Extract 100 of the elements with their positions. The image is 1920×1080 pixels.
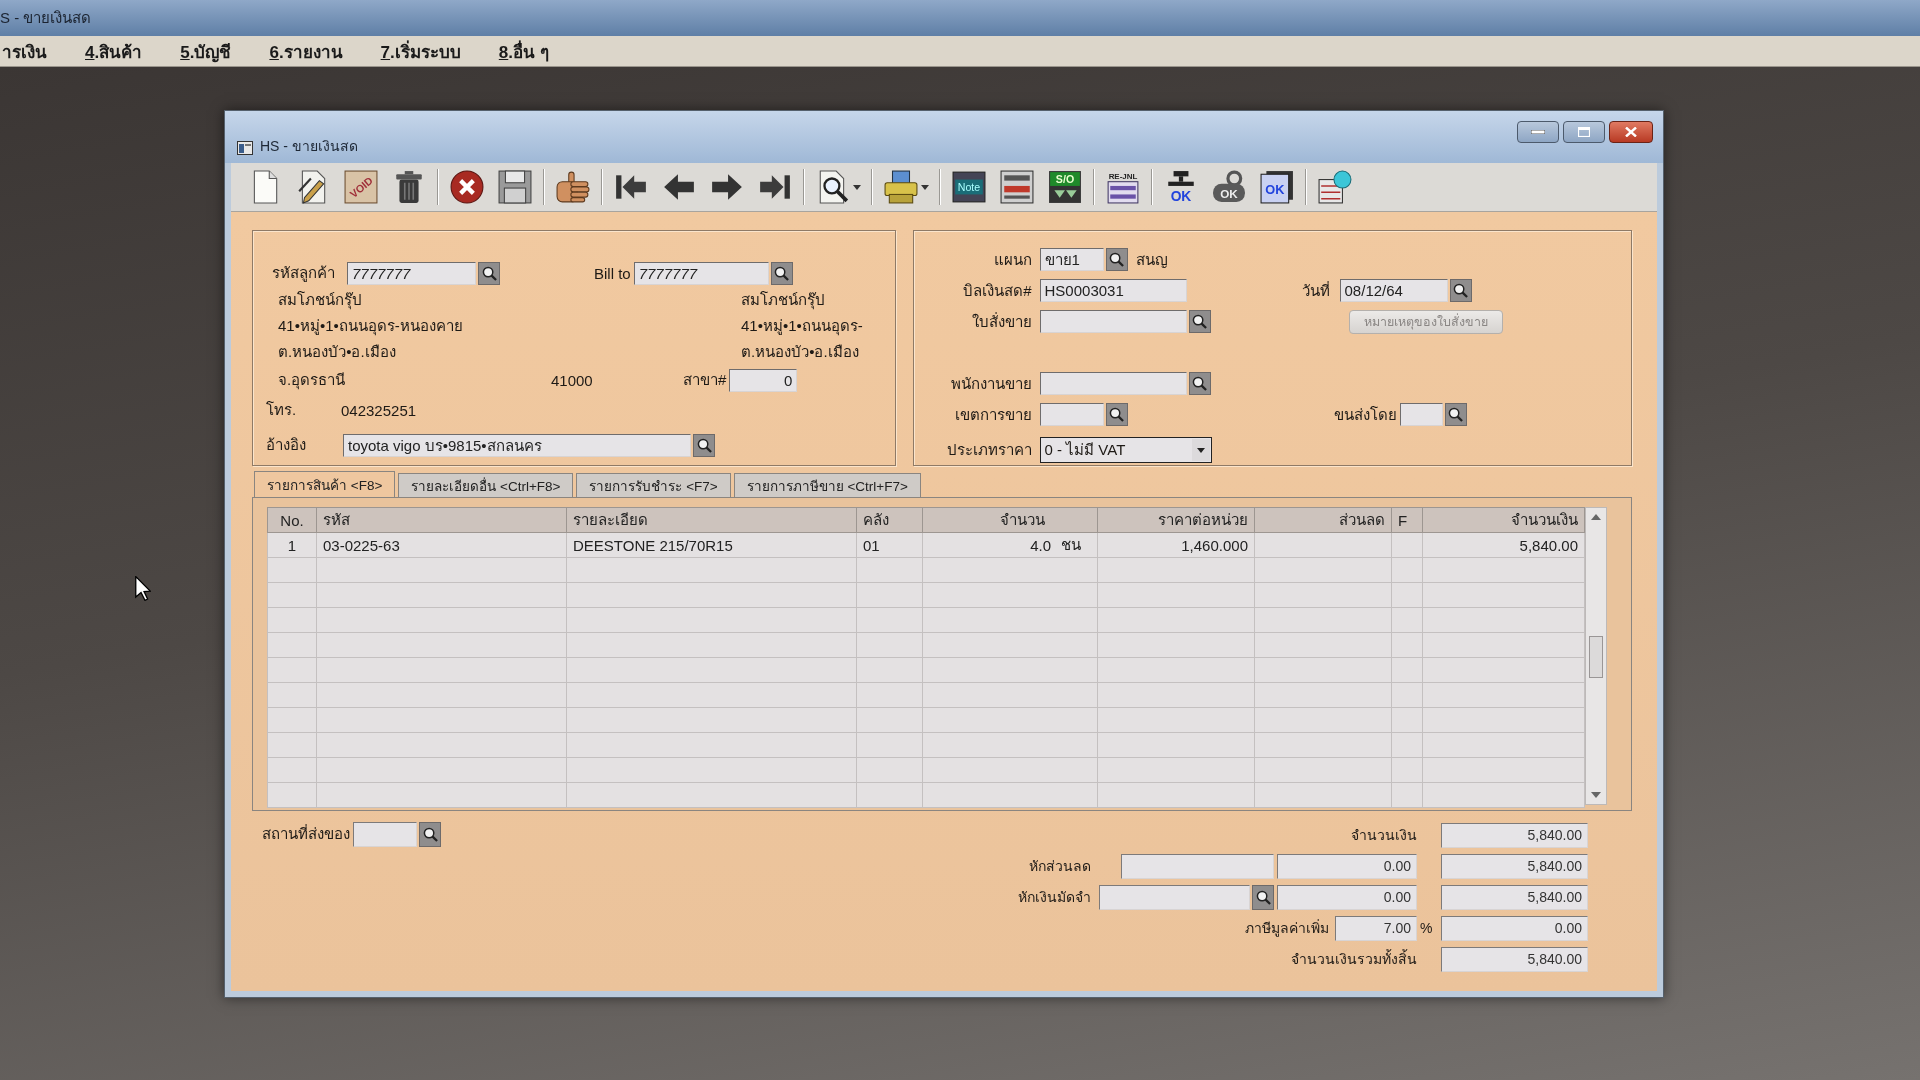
table-cell: 1 — [267, 532, 317, 558]
search-icon — [1192, 314, 1208, 329]
scroll-down-icon[interactable] — [1591, 792, 1601, 798]
percent-sign: % — [1420, 920, 1434, 936]
salesperson-field[interactable] — [1039, 372, 1187, 395]
reference-label: อ้างอิง — [266, 435, 307, 455]
department-name: สนญ — [1135, 249, 1168, 270]
bill-to-field[interactable]: 7777777 — [633, 261, 769, 285]
unit-cell-text: ชน — [1060, 535, 1082, 555]
shipping-field[interactable] — [1399, 403, 1443, 426]
deposit-field[interactable]: 0.00 — [1277, 884, 1417, 910]
so-icon[interactable]: S/O — [1048, 170, 1082, 204]
tab[interactable]: รายการภาษีขาย <Ctrl+F7> — [733, 473, 921, 497]
scrollbar[interactable] — [1585, 507, 1607, 805]
search-icon — [1255, 889, 1271, 905]
main-window-title: S - ขายเงินสด — [0, 8, 92, 28]
vat-rate-field[interactable]: 7.00 — [1335, 915, 1417, 941]
search-button[interactable] — [478, 261, 500, 285]
search-icon — [696, 437, 712, 453]
search-button[interactable] — [693, 433, 715, 457]
column-header[interactable]: ราคาต่อหน่วย — [1097, 507, 1255, 533]
search-icon — [1453, 283, 1469, 298]
minimize-icon — [1531, 130, 1545, 134]
column-header[interactable]: คลัง — [856, 507, 923, 533]
search-icon — [1192, 376, 1208, 391]
dropdown-caret-icon[interactable] — [853, 184, 861, 190]
price-type-label: ประเภทราคา — [945, 439, 1032, 460]
branch-label: สาขา# — [683, 370, 727, 390]
subtotal-field[interactable]: 5,840.00 — [1441, 822, 1588, 848]
column-header[interactable]: ส่วนลด — [1254, 507, 1392, 533]
date-label: วันที่ — [1301, 280, 1330, 301]
column-header[interactable]: จำนวน — [922, 507, 1098, 533]
dropdown-caret-icon[interactable] — [921, 184, 929, 190]
search-button[interactable] — [1444, 403, 1467, 426]
delivery-place-field[interactable] — [353, 821, 417, 847]
price-type-dropdown[interactable]: 0 - ไม่มี VAT — [1039, 436, 1212, 463]
sales-order-label: ใบสั่งขาย — [970, 311, 1032, 332]
menu-item[interactable]: 7.เริ่มระบบ — [378, 37, 463, 65]
form-icon[interactable] — [1000, 170, 1034, 204]
search-button[interactable] — [1105, 403, 1128, 426]
search-icon — [1448, 407, 1464, 422]
search-button[interactable] — [770, 261, 793, 285]
date-field[interactable]: 08/12/64 — [1339, 279, 1448, 302]
menu-item[interactable]: 5.บัญชี — [178, 37, 234, 65]
tab[interactable]: รายการรับชำระ <F7> — [576, 473, 731, 497]
tab[interactable]: รายละเอียดอื่น <Ctrl+F8> — [398, 473, 574, 497]
vat-field[interactable]: 0.00 — [1441, 915, 1588, 941]
menu-item[interactable]: 6.รายงาน — [267, 37, 345, 65]
maximize-button[interactable] — [1563, 121, 1605, 143]
customer-name: สมโภชน์กรุ๊ป — [278, 290, 363, 312]
window-title: HS - ขายเงินสด — [260, 137, 358, 156]
close-icon — [1625, 127, 1637, 137]
menu-item[interactable]: 8.อื่น ๆ — [496, 37, 551, 65]
printer-icon[interactable] — [884, 170, 918, 204]
search-button[interactable] — [1105, 248, 1128, 271]
sales-order-field[interactable] — [1039, 310, 1187, 333]
sales-area-field[interactable] — [1039, 403, 1104, 426]
tab[interactable]: รายการสินค้า <F8> — [254, 471, 396, 497]
customer-code-field[interactable]: 7777777 — [347, 261, 476, 285]
bill-number-field[interactable]: HS0003031 — [1039, 279, 1187, 302]
deposit-input-field[interactable] — [1099, 884, 1250, 910]
column-header[interactable]: จำนวนเงิน — [1422, 507, 1585, 533]
department-field[interactable]: ขาย1 — [1039, 248, 1104, 271]
search-button[interactable] — [1188, 372, 1211, 395]
search-button[interactable] — [1188, 310, 1211, 333]
discount-field[interactable]: 0.00 — [1277, 853, 1417, 879]
subtotal-label: จำนวนเงิน — [1351, 826, 1417, 845]
table-cell: DEESTONE 215/70R15 — [566, 532, 857, 558]
search-button[interactable] — [1449, 279, 1472, 302]
column-header[interactable]: รหัส — [316, 507, 567, 533]
note-icon[interactable]: Note — [952, 170, 986, 204]
close-button[interactable] — [1609, 121, 1653, 143]
grand-total-field[interactable]: 5,840.00 — [1441, 946, 1588, 972]
after-discount-field[interactable]: 5,840.00 — [1441, 853, 1588, 879]
search-button[interactable] — [419, 821, 441, 847]
documents-icon[interactable] — [1318, 170, 1352, 204]
hand-icon[interactable] — [556, 170, 590, 204]
bill-number-label: บิลเงินสด# — [962, 280, 1032, 301]
column-header[interactable]: No. — [267, 507, 317, 533]
discount-label: หักส่วนลด — [1029, 857, 1091, 876]
department-label: แผนก — [992, 249, 1032, 270]
customer-province: จ.อุดรธานี — [278, 370, 347, 392]
menu-item[interactable]: 4.สินค้า — [83, 37, 145, 65]
cancel-icon[interactable] — [450, 170, 484, 204]
column-header[interactable]: F — [1391, 507, 1423, 533]
deposit-label: หักเงินมัดจำ — [1018, 888, 1091, 907]
discount-input-field[interactable] — [1121, 853, 1274, 879]
reference-field[interactable]: toyota vigo บร•9815•สกลนคร — [343, 433, 691, 457]
branch-field[interactable]: 0 — [729, 368, 798, 392]
column-header[interactable]: รายละเอียด — [566, 507, 857, 533]
after-deposit-field[interactable]: 5,840.00 — [1441, 884, 1588, 910]
search-button[interactable] — [1252, 884, 1274, 910]
scroll-up-icon[interactable] — [1591, 514, 1601, 520]
customer-code-label: รหัสลูกค้า — [272, 263, 336, 284]
menu-item[interactable]: ารเงิน — [0, 37, 49, 65]
search-icon — [481, 265, 497, 281]
scroll-thumb[interactable] — [1589, 636, 1603, 678]
shipping-label: ขนส่งโดย — [1333, 404, 1397, 425]
customer-address: ต.หนองบัว•อ.เมือง — [278, 342, 397, 362]
minimize-button[interactable] — [1517, 121, 1559, 143]
